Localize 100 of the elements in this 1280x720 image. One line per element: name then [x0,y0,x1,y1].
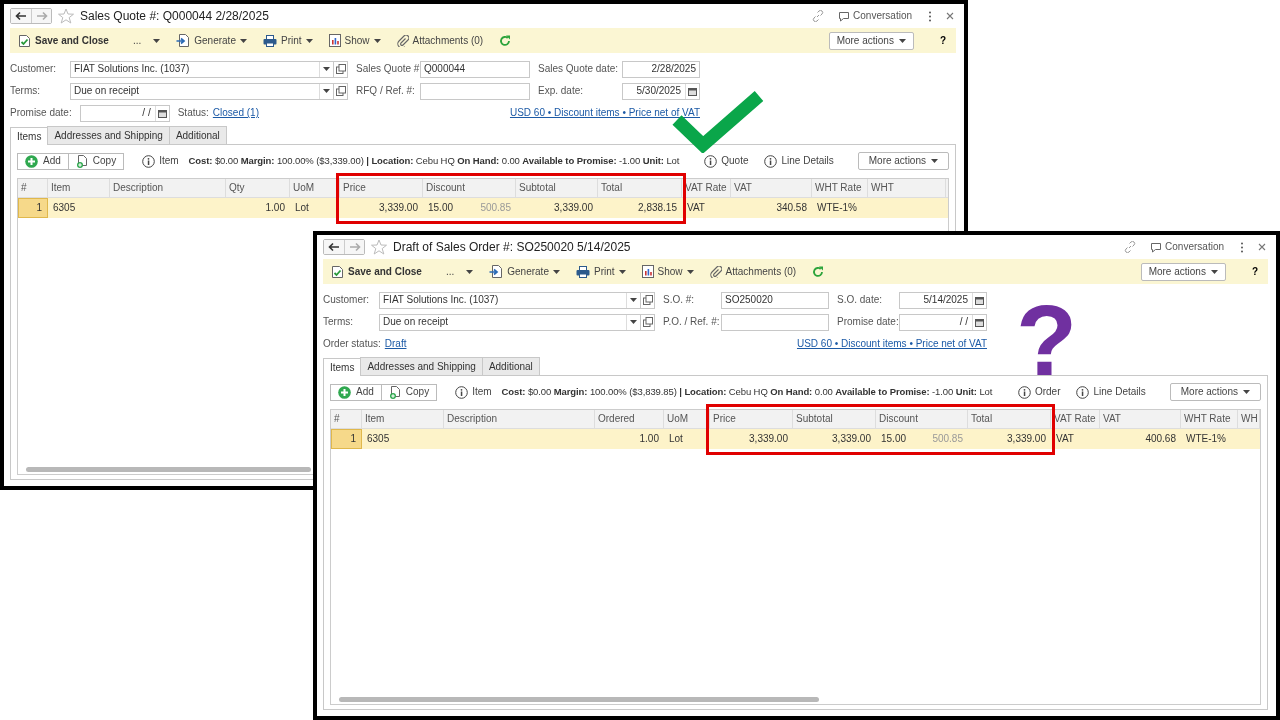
more-icon[interactable] [1240,241,1244,253]
column-header[interactable]: Description [444,410,595,428]
column-header[interactable]: Price [710,410,793,428]
dropdown-field[interactable]: FIAT Solutions Inc. (1037) [70,60,334,78]
table-row[interactable]: 1 6305 1.00 Lot 3,339.00 15.00 500.85 3,339.00 2,838.15 VAT 340.58 WTE-1% [18,198,948,218]
tab[interactable]: Additional [481,357,540,375]
text-field[interactable] [420,82,530,100]
open-icon [642,295,653,305]
print-button[interactable]: Print [575,265,626,278]
conversation-button[interactable]: Conversation [838,10,912,22]
dropdown-field[interactable]: Due on receipt [379,313,641,331]
close-icon[interactable] [946,12,954,20]
text-field[interactable] [721,313,829,331]
column-header[interactable]: WH [1238,410,1260,428]
item-info-button[interactable]: Item [455,385,492,399]
column-header[interactable]: Discount [876,410,968,428]
star-icon[interactable] [58,8,74,24]
date-field[interactable]: 2/28/2025 [622,60,700,78]
conversation-button[interactable]: Conversation [1150,241,1224,253]
dropdown-field[interactable]: Due on receipt [70,82,334,100]
tab[interactable]: Items [10,127,49,145]
save-and-close-button[interactable]: Save and Close [331,264,422,279]
generate-button[interactable]: Generate [176,34,247,47]
back-button[interactable] [324,240,344,254]
more-options-button[interactable]: ... [132,34,161,47]
star-icon[interactable] [371,239,387,255]
column-header[interactable]: Ordered [595,410,664,428]
generate-button[interactable]: Generate [489,265,560,278]
help-button[interactable]: ? [929,34,950,47]
dropdown-field[interactable]: FIAT Solutions Inc. (1037) [379,291,641,309]
column-header[interactable]: Price [340,179,423,197]
copy-button[interactable]: Copy [68,152,125,170]
tab[interactable]: Addresses and Shipping [360,357,483,375]
status-link[interactable]: Closed (1) [212,107,259,119]
column-header[interactable]: # [18,179,48,197]
column-header[interactable]: Description [110,179,226,197]
column-header[interactable]: WHT [868,179,946,197]
tab[interactable]: Addresses and Shipping [47,126,170,144]
column-header[interactable]: Subtotal [793,410,876,428]
attachments-button[interactable]: Attachments (0) [396,34,484,47]
help-button[interactable]: ? [1241,265,1262,278]
column-header[interactable]: VAT [731,179,812,197]
column-header[interactable]: VAT [1100,410,1181,428]
more-icon[interactable] [928,10,932,22]
add-button[interactable]: Add [17,152,69,170]
tab[interactable]: Items [323,358,362,376]
column-header[interactable]: Item [362,410,444,428]
attachments-button[interactable]: Attachments (0) [709,265,797,278]
column-header[interactable]: Qty [226,179,290,197]
refresh-icon[interactable] [499,34,512,47]
column-header[interactable]: Item [48,179,110,197]
show-button[interactable]: Show [328,34,381,47]
column-header[interactable]: UoM [664,410,710,428]
date-field[interactable]: 5/14/2025 [899,291,987,309]
scrollbar-thumb[interactable] [339,696,819,702]
summary-link[interactable]: USD 60 • Discount items • Price net of VAT [796,338,987,350]
column-header[interactable]: Subtotal [516,179,598,197]
column-header[interactable]: # [331,410,362,428]
column-header[interactable]: WHT Rate [1181,410,1238,428]
back-button[interactable] [11,9,31,23]
table-row[interactable]: 1 6305 1.00 Lot 3,339.00 3,339.00 15.00 500.85 3,339.00 VAT 400.68 WTE-1% [331,429,1260,449]
calendar-icon[interactable] [975,295,984,305]
more-actions-button[interactable]: More actions [857,152,949,170]
refresh-icon[interactable] [812,265,825,278]
calendar-icon[interactable] [157,108,167,118]
more-actions-button[interactable]: More actions [828,31,914,50]
info-link[interactable]: Line Details [1076,385,1146,399]
print-button[interactable]: Print [262,34,313,47]
info-link[interactable]: Order [1017,385,1061,399]
scrollbar-thumb[interactable] [26,466,311,472]
date-field[interactable]: 5/30/2025 [622,82,700,100]
info-link[interactable]: Line Details [764,154,834,168]
add-button[interactable]: Add [330,383,382,401]
copy-button[interactable]: Copy [381,383,438,401]
text-field[interactable]: SO250020 [721,291,829,309]
item-info-button[interactable]: Item [142,154,179,168]
calendar-icon[interactable] [688,86,697,96]
summary-link[interactable]: USD 60 • Discount items • Price net of VAT [509,107,700,119]
column-header[interactable]: Total [598,179,682,197]
column-header[interactable]: Total [968,410,1051,428]
date-field[interactable]: / / [79,104,170,122]
calendar-icon[interactable] [975,317,984,327]
link-icon[interactable] [812,10,825,22]
column-header[interactable]: WHT Rate [812,179,868,197]
show-button[interactable]: Show [641,265,694,278]
link-icon[interactable] [1124,241,1137,253]
status-link[interactable]: Draft [384,338,407,350]
more-options-button[interactable]: ... [445,265,474,278]
more-actions-button[interactable]: More actions [1169,383,1261,401]
column-header[interactable]: VAT Rate [1051,410,1100,428]
column-header[interactable]: Discount [423,179,516,197]
info-link[interactable]: Quote [704,154,749,168]
more-actions-button[interactable]: More actions [1140,262,1226,281]
text-field[interactable]: Q000044 [420,60,530,78]
column-header[interactable]: VAT Rate [682,179,731,197]
date-field[interactable]: / / [899,313,987,331]
column-header[interactable]: UoM [290,179,340,197]
tab[interactable]: Additional [168,126,227,144]
save-and-close-button[interactable]: Save and Close [18,33,109,48]
close-icon[interactable] [1258,243,1266,251]
